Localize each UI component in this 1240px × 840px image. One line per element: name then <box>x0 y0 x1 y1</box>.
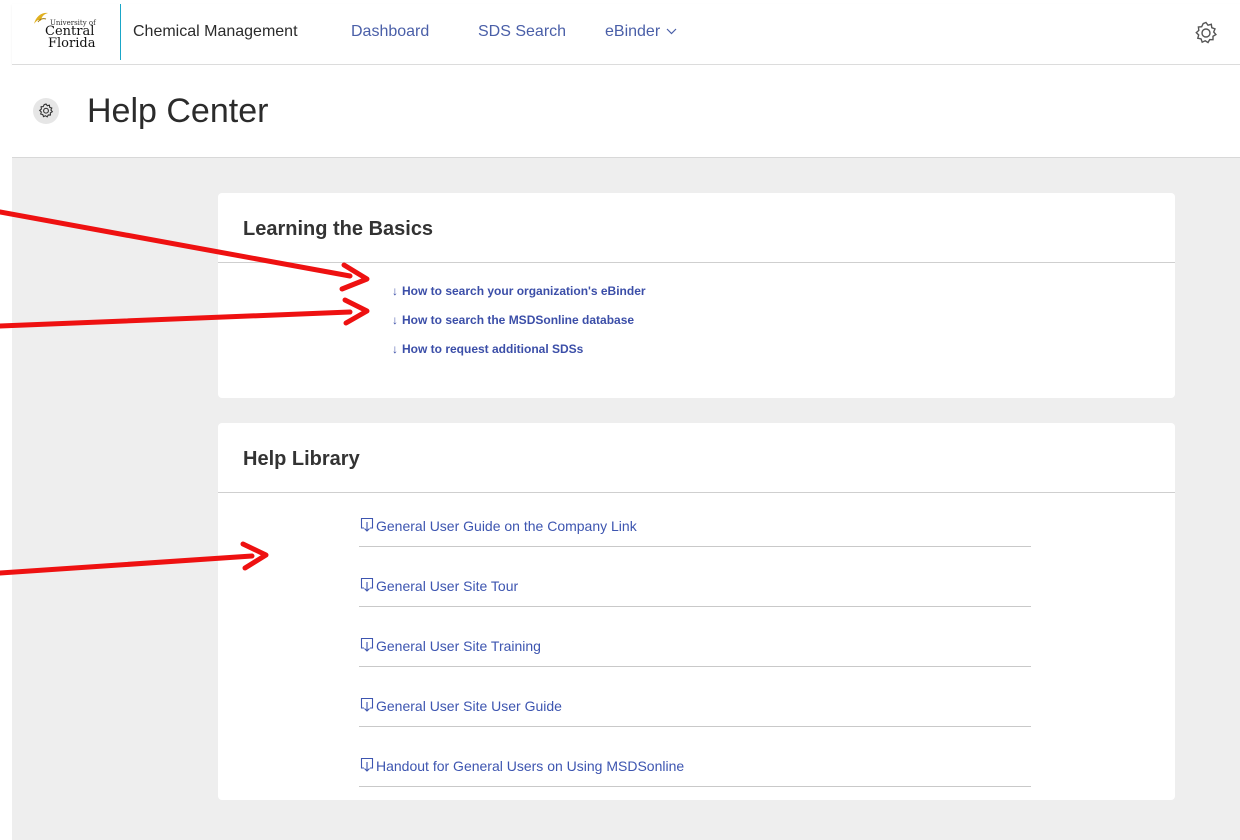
arrow-down-icon: ↓ <box>392 342 398 356</box>
library-item[interactable]: Handout for General Users on Using MSDSo… <box>359 756 1031 787</box>
chevron-down-icon <box>666 28 677 35</box>
basics-link-search-msdsonline[interactable]: ↓ How to search the MSDSonline database <box>392 313 634 327</box>
library-item-label: General User Guide on the Company Link <box>376 518 637 534</box>
basics-link-request-sds[interactable]: ↓ How to request additional SDSs <box>392 342 583 356</box>
nav-dashboard-link[interactable]: Dashboard <box>351 22 429 42</box>
help-library-title: Help Library <box>243 448 360 470</box>
learning-basics-card: Learning the Basics ↓ How to search your … <box>218 193 1175 398</box>
gear-icon <box>38 103 54 118</box>
university-logo[interactable]: University of Central Florida <box>32 10 122 62</box>
basics-link-label: How to search the MSDSonline database <box>402 313 635 327</box>
basics-link-label: How to search your organization's eBinde… <box>402 284 646 298</box>
page-title: Help Center <box>87 92 269 130</box>
arrow-down-icon: ↓ <box>392 313 398 327</box>
nav-divider <box>120 4 121 60</box>
basics-link-label: How to request additional SDSs <box>402 342 584 356</box>
app-name[interactable]: Chemical Management <box>133 22 298 42</box>
logo-line-2: Florida <box>48 36 96 51</box>
library-item[interactable]: General User Site Training <box>359 636 1031 667</box>
library-item-label: General User Site Tour <box>376 578 519 594</box>
download-icon <box>360 697 374 712</box>
learning-basics-title: Learning the Basics <box>243 218 434 240</box>
arrow-down-icon: ↓ <box>392 284 398 298</box>
library-item-label: General User Site User Guide <box>376 698 562 714</box>
card-divider <box>218 262 1175 263</box>
card-divider <box>218 492 1175 493</box>
gear-icon[interactable] <box>1193 20 1219 46</box>
basics-link-search-ebinder[interactable]: ↓ How to search your organization's eBind… <box>392 284 646 298</box>
download-icon <box>360 757 374 772</box>
download-icon <box>360 517 374 532</box>
library-item-label: General User Site Training <box>376 638 541 654</box>
library-item[interactable]: General User Site User Guide <box>359 696 1031 727</box>
nav-ebinder-menu[interactable]: eBinder <box>605 22 677 42</box>
library-item[interactable]: General User Site Tour <box>359 576 1031 607</box>
page-header: Help Center <box>12 65 1240 158</box>
library-item-label: Handout for General Users on Using MSDSo… <box>376 758 685 774</box>
nav-sds-search-link[interactable]: SDS Search <box>478 22 566 42</box>
top-navigation: University of Central Florida Chemical M… <box>12 4 1240 65</box>
library-item[interactable]: General User Guide on the Company Link <box>359 516 1031 547</box>
nav-ebinder-label: eBinder <box>605 23 661 40</box>
download-icon <box>360 637 374 652</box>
header-icon-badge <box>33 98 59 124</box>
download-icon <box>360 577 374 592</box>
help-library-card: Help Library General User Guide on the C… <box>218 423 1175 800</box>
